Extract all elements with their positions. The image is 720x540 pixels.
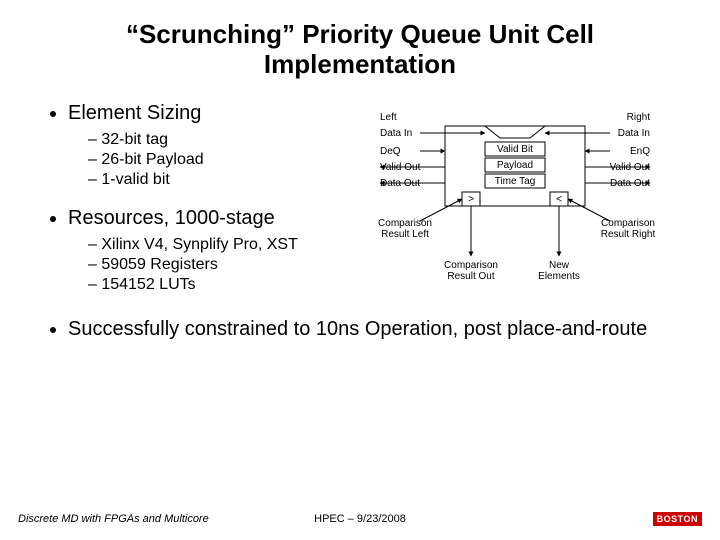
cmp-out-l1: Comparison: [444, 260, 498, 271]
slide-title: “Scrunching” Priority Queue Unit Cell Im…: [40, 20, 680, 80]
right-label: Right: [627, 112, 651, 123]
cmp-right-l1: Comparison: [601, 218, 655, 229]
gt-label: >: [468, 194, 474, 205]
cmp-left-l1: Comparison: [378, 218, 432, 229]
sub-item: 59059 Registers: [88, 256, 350, 274]
bullet-label: Element Sizing: [68, 102, 201, 124]
left-label: Left: [380, 112, 397, 123]
lt-label: <: [556, 194, 562, 205]
cmp-out-l2: Result Out: [447, 271, 494, 282]
sub-item: 1-valid bit: [88, 171, 350, 189]
sub-item: Xilinx V4, Synplify Pro, XST: [88, 236, 350, 254]
unit-cell-diagram: Valid Bit Payload Time Tag > < Left Data…: [350, 102, 680, 311]
sub-item: 26-bit Payload: [88, 151, 350, 169]
payload-label: Payload: [497, 160, 533, 171]
valid-bit-label: Valid Bit: [497, 144, 533, 155]
bullet-resources: Resources, 1000-stage Xilinx V4, Synplif…: [68, 207, 350, 294]
footer-center: HPEC – 9/23/2008: [314, 513, 406, 525]
data-in-right-label: Data In: [618, 128, 650, 139]
cmp-right-l2: Result Right: [601, 229, 656, 240]
slide-footer: Discrete MD with FPGAs and Multicore HPE…: [0, 512, 720, 526]
logo-red-text: BOSTON: [653, 512, 702, 526]
sub-item: 32-bit tag: [88, 131, 350, 149]
new-elements-l2: Elements: [538, 271, 580, 282]
title-line1: “Scrunching” Priority Queue Unit Cell: [126, 19, 594, 49]
title-line2: Implementation: [264, 49, 456, 79]
bullet-element-sizing: Element Sizing 32-bit tag 26-bit Payload…: [68, 102, 350, 189]
cmp-left-l2: Result Left: [381, 229, 429, 240]
boston-university-logo: BOSTON: [653, 512, 702, 526]
footer-left: Discrete MD with FPGAs and Multicore: [18, 513, 209, 525]
sub-item: 154152 LUTs: [88, 276, 350, 294]
time-tag-label: Time Tag: [495, 176, 536, 187]
data-in-left-label: Data In: [380, 128, 412, 139]
deq-label: DeQ: [380, 146, 401, 157]
bullet-label: Resources, 1000-stage: [68, 207, 275, 229]
new-elements-l1: New: [549, 260, 570, 271]
enq-label: EnQ: [630, 146, 650, 157]
bullet-constrained: Successfully constrained to 10ns Operati…: [68, 318, 680, 341]
